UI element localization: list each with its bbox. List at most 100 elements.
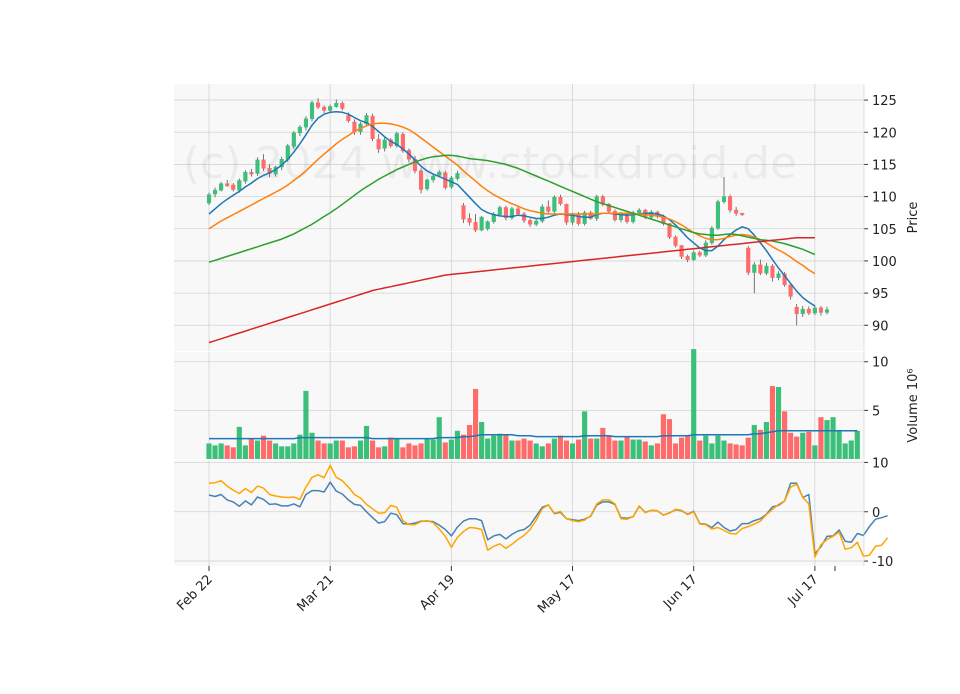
volume-bar xyxy=(751,424,757,459)
volume-bar xyxy=(497,433,503,459)
candle-body xyxy=(212,189,218,195)
volume-bar xyxy=(654,443,660,459)
volume-bar xyxy=(600,427,606,459)
volume-bar xyxy=(503,434,509,459)
volume-bar xyxy=(485,438,491,459)
volume-bar xyxy=(212,445,218,459)
candle-body xyxy=(824,309,830,313)
volume-bar xyxy=(363,425,370,459)
candle-body xyxy=(806,308,811,314)
volume-bar xyxy=(709,443,715,459)
volume-bar xyxy=(551,438,557,459)
candle-body xyxy=(691,252,696,260)
candle-body xyxy=(679,245,684,257)
volume-bar xyxy=(418,443,424,459)
panel-price-background xyxy=(174,84,864,351)
y-tick-label: 10 xyxy=(872,356,889,371)
volume-bar xyxy=(339,440,345,459)
watermark-text: (c) 2024 www.stockdroid.de xyxy=(183,138,797,189)
candle-body xyxy=(309,102,315,119)
candle-body xyxy=(697,252,702,256)
volume-bar xyxy=(594,438,600,459)
volume-bar xyxy=(679,437,685,459)
y-tick-label: 105 xyxy=(872,223,897,238)
volume-bar xyxy=(515,440,521,459)
candle-body xyxy=(455,173,460,179)
candle-body xyxy=(534,220,539,225)
volume-bar xyxy=(588,438,594,459)
volume-bar xyxy=(576,439,582,459)
candle-body xyxy=(758,264,763,274)
volume-bar xyxy=(854,430,860,459)
candle-body xyxy=(346,115,351,121)
volume-bar xyxy=(267,440,273,459)
x-tick-label: Apr 19 xyxy=(417,572,458,613)
candle-body xyxy=(485,221,490,230)
volume-bar xyxy=(279,446,285,459)
volume-bar xyxy=(557,435,563,459)
volume-bar xyxy=(224,445,230,459)
volume-bar xyxy=(406,443,412,459)
volume-bar xyxy=(824,420,830,459)
volume-bar xyxy=(473,388,479,459)
volume-bar xyxy=(763,422,769,459)
candle-body xyxy=(315,102,321,108)
x-tick-label: Feb 22 xyxy=(174,572,216,614)
volume-bar xyxy=(376,447,382,459)
candle-body xyxy=(303,118,309,128)
volume-bar xyxy=(454,430,460,459)
volume-bar xyxy=(842,443,848,459)
x-tick-label: Jun 17 xyxy=(660,572,700,612)
y-tick-label: 120 xyxy=(872,126,897,141)
volume-bar xyxy=(642,441,648,459)
volume-bar xyxy=(666,419,673,459)
candle-body xyxy=(558,196,563,204)
volume-bar xyxy=(333,440,339,459)
candle-body xyxy=(382,139,387,149)
y-tick-label: 10 xyxy=(872,456,889,471)
volume-bar xyxy=(836,430,842,459)
volume-bar xyxy=(624,436,630,459)
volume-bar xyxy=(479,422,485,459)
candle-body xyxy=(497,207,502,215)
panel-oscillator-background xyxy=(174,460,864,566)
candle-body xyxy=(521,213,527,221)
candle-body xyxy=(764,265,769,274)
candle-body xyxy=(437,171,442,176)
volume-bar xyxy=(800,432,806,459)
volume-bar xyxy=(830,417,836,459)
x-tick-label: Mar 21 xyxy=(294,572,337,615)
volume-bar xyxy=(848,440,854,459)
candle-body xyxy=(376,139,381,150)
volume-bar xyxy=(697,440,703,459)
volume-bar xyxy=(563,440,570,459)
volume-bar xyxy=(691,349,697,459)
volume-bar xyxy=(412,445,418,459)
candle-body xyxy=(703,242,708,256)
volume-bar xyxy=(345,447,351,459)
y-tick-label: -10 xyxy=(872,555,893,570)
candle-body xyxy=(715,201,721,229)
candle-body xyxy=(770,265,775,278)
candle-body xyxy=(219,183,224,191)
y-axis-label-volume: Volume 10⁶ xyxy=(906,368,921,442)
volume-bar xyxy=(273,443,279,459)
candle-body xyxy=(328,106,333,111)
volume-bar xyxy=(545,443,551,459)
candle-body xyxy=(491,214,496,222)
volume-bar xyxy=(285,446,291,459)
volume-bar xyxy=(303,390,309,459)
volume-bar xyxy=(509,440,515,459)
candle-body xyxy=(800,308,805,314)
volume-bar xyxy=(745,437,751,459)
volume-bar xyxy=(400,447,406,459)
volume-bar xyxy=(782,411,788,459)
candle-body xyxy=(249,171,254,175)
y-tick-label: 110 xyxy=(872,191,897,206)
candle-body xyxy=(418,170,424,190)
volume-bar xyxy=(618,440,624,459)
volume-bar xyxy=(533,443,539,459)
volume-bar xyxy=(321,443,327,459)
candle-body xyxy=(727,196,733,211)
candle-body xyxy=(261,159,266,169)
